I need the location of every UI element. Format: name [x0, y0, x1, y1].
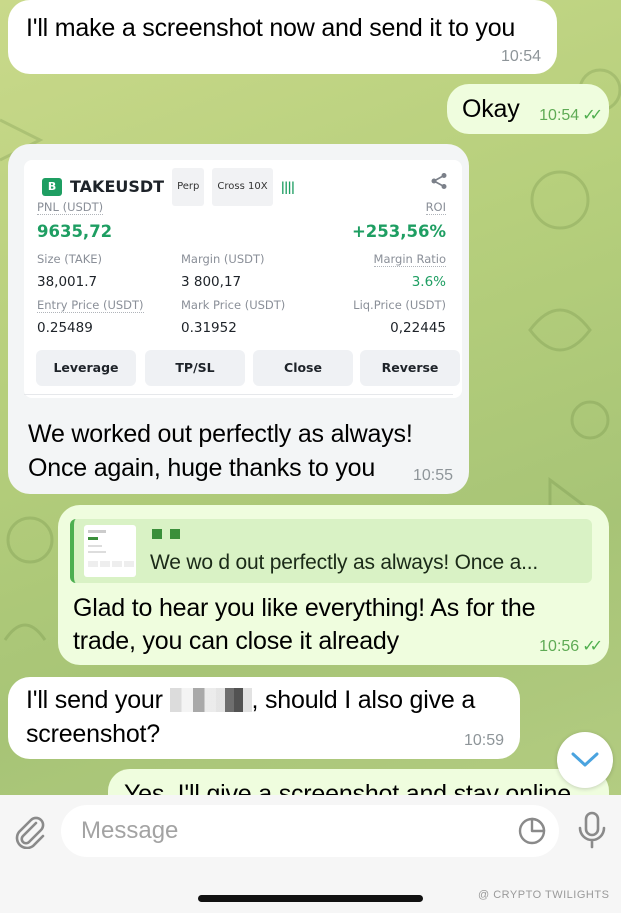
message-text: I'll make a screenshot now and send it t… — [26, 14, 516, 42]
reply-quote[interactable]: We wo d out perfectly as always! Once a.… — [70, 519, 592, 583]
mark-price-value: 0.31952 — [181, 320, 237, 336]
perp-tag: Perp — [172, 168, 205, 206]
outgoing-message: Yes, I'll give a screenshot and stay onl… — [108, 769, 609, 795]
trade-position-card[interactable]: B TAKEUSDT Perp Cross 10X |||| PNL (USDT… — [24, 160, 462, 398]
symbol: TAKEUSDT — [70, 177, 165, 196]
message-text-line2: Once again, huge thanks to you — [28, 454, 376, 482]
incoming-message-with-screenshot: B TAKEUSDT Perp Cross 10X |||| PNL (USDT… — [8, 144, 469, 494]
text-start: I'll send your — [26, 686, 163, 714]
entry-price-value: 0.25489 — [37, 320, 93, 336]
message-text: Yes, I'll give a screenshot and stay onl… — [124, 780, 571, 795]
coin-badge: B — [42, 178, 62, 196]
roi-value: +253,56% — [351, 222, 446, 241]
censored-text — [169, 688, 216, 712]
mark-price-label: Mark Price (USDT) — [181, 298, 286, 312]
message-time: 10:54 ✓✓ — [539, 107, 603, 124]
margin-ratio-label: Margin Ratio — [373, 252, 446, 267]
outgoing-message: Okay 10:54 ✓✓ — [447, 84, 609, 134]
margin-ratio-value: 3.6% — [411, 274, 446, 290]
message-text-line1: We worked out perfectly as always! — [28, 420, 413, 448]
incoming-message: I'll send your , should I also give a sc… — [8, 677, 520, 759]
chat-area[interactable]: I'll make a screenshot now and send it t… — [0, 0, 621, 795]
reply-sender-name — [152, 529, 180, 539]
margin-label: Margin (USDT) — [181, 252, 265, 266]
size-label: Size (TAKE) — [37, 252, 103, 266]
liq-price-value: 0,22445 — [390, 320, 446, 336]
liq-price-label: Liq.Price (USDT) — [353, 298, 446, 312]
divider — [24, 394, 453, 395]
message-time: 10:56 ✓✓ — [539, 638, 603, 655]
tp-sl-button[interactable]: TP/SL — [145, 350, 245, 386]
reverse-button[interactable]: Reverse — [360, 350, 460, 386]
message-text-line2: screenshot? — [26, 720, 160, 748]
reply-thumbnail — [84, 525, 136, 577]
cross-leverage-tag: Cross 10X — [212, 168, 273, 206]
margin-value: 3 800,17 — [181, 274, 242, 290]
entry-price-label: Entry Price (USDT) — [37, 298, 144, 313]
message-field[interactable] — [61, 805, 559, 857]
message-text-line2: trade, you can close it already — [73, 627, 399, 655]
outgoing-reply-message: We wo d out perfectly as always! Once a.… — [58, 505, 609, 665]
size-value: 38,001.7 — [37, 274, 98, 290]
message-time: 10:54 — [500, 48, 541, 65]
message-time: 10:59 — [463, 732, 504, 749]
share-icon[interactable] — [430, 172, 448, 190]
home-indicator — [198, 895, 423, 902]
message-text: Okay — [462, 95, 520, 123]
censored-text — [215, 688, 252, 712]
leverage-button[interactable]: Leverage — [36, 350, 136, 386]
roi-label: ROI — [425, 200, 446, 215]
close-position-button[interactable]: Close — [253, 350, 353, 386]
double-check-icon: ✓✓ — [582, 107, 603, 124]
pnl-value: 9635,72 — [37, 222, 113, 241]
message-input-bar: @ CRYPTO TWILIGHTS — [0, 795, 621, 913]
attach-icon[interactable] — [12, 813, 48, 849]
watermark: @ CRYPTO TWILIGHTS — [478, 889, 610, 901]
sticker-icon[interactable] — [517, 816, 547, 846]
scroll-down-button[interactable] — [557, 732, 613, 788]
incoming-message: I'll make a screenshot now and send it t… — [8, 0, 557, 74]
mic-icon[interactable] — [577, 811, 607, 849]
message-text-line1: Glad to hear you like everything! As for… — [73, 594, 536, 622]
message-input[interactable] — [81, 805, 501, 857]
chevron-down-icon — [571, 752, 599, 767]
pnl-label: PNL (USDT) — [37, 200, 104, 215]
signal-bars-icon: |||| — [280, 180, 295, 194]
double-check-icon: ✓✓ — [582, 638, 603, 655]
reply-preview-text: We wo d out perfectly as always! Once a.… — [150, 551, 539, 574]
message-text-line1: I'll send your , should I also give a — [26, 683, 475, 717]
message-time: 10:55 — [412, 467, 453, 484]
text-end: , should I also give a — [251, 686, 476, 714]
